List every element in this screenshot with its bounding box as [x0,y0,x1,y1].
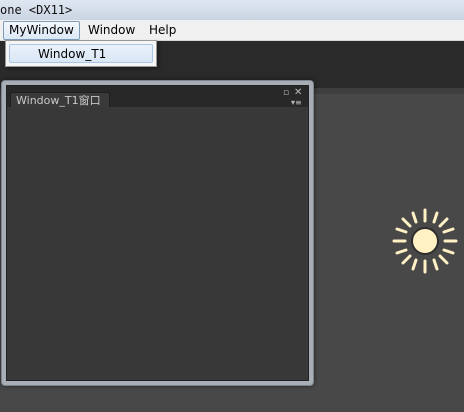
menu-item-window-t1[interactable]: Window_T1 [9,44,153,63]
maximize-icon[interactable]: ▫ [283,89,289,98]
menu-window[interactable]: Window [83,21,140,40]
editor-window-body: Window_T1窗口 ▫ ✕ ▾≡ [6,85,309,381]
directional-light-icon[interactable] [392,208,458,274]
context-menu-icon[interactable]: ▾≡ [291,98,302,107]
menu-bar: MyWindow Window Help [0,20,464,41]
mywindow-dropdown-menu: Window_T1 [5,40,157,67]
floating-editor-window[interactable]: Window_T1窗口 ▫ ✕ ▾≡ [1,80,314,386]
tab-window-t1[interactable]: Window_T1窗口 [10,92,110,108]
sun-core [411,227,439,255]
editor-window-content [7,107,308,380]
menu-help[interactable]: Help [144,21,181,40]
window-titlebar: one <DX11> [0,0,464,20]
tab-strip: Window_T1窗口 ▫ ✕ ▾≡ [7,86,308,108]
close-icon[interactable]: ✕ [294,88,302,98]
menu-mywindow[interactable]: MyWindow [3,21,80,40]
window-title: one <DX11> [0,3,73,17]
